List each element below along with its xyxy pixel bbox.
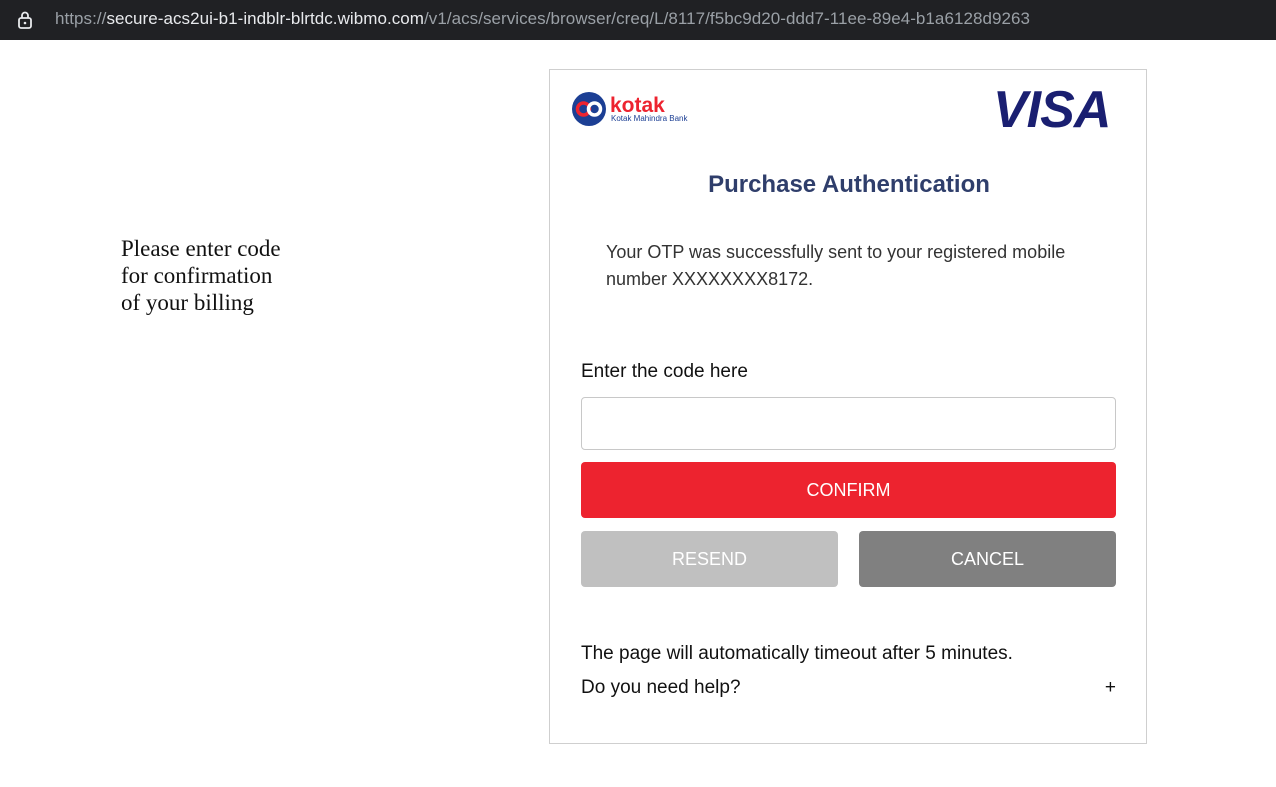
billing-instruction: Please enter code for confirmation of yo… [121,235,381,316]
billing-instruction-line1: Please enter code [121,236,281,261]
browser-address-bar[interactable]: https://secure-acs2ui-b1-indblr-blrtdc.w… [0,0,1276,40]
url-prefix: https:// [55,9,107,28]
help-text: Do you need help? [581,677,741,698]
otp-code-input[interactable] [581,397,1116,450]
code-label: Enter the code here [581,361,748,382]
otp-sent-message: Your OTP was successfully sent to your r… [606,242,1066,289]
bank-tagline: Kotak Mahindra Bank [611,114,688,123]
url-text[interactable]: https://secure-acs2ui-b1-indblr-blrtdc.w… [55,9,1030,29]
expand-plus-icon[interactable]: + [1105,677,1116,699]
kotak-logo: kotak Kotak Mahindra Bank [572,92,688,126]
url-path: /v1/acs/services/browser/creq/L/8117/f5b… [424,9,1030,28]
timeout-notice: The page will automatically timeout afte… [581,643,1013,664]
help-toggle[interactable]: Do you need help? + [581,677,1116,703]
cancel-button[interactable]: CANCEL [859,531,1116,587]
confirm-button[interactable]: CONFIRM [581,462,1116,518]
billing-instruction-line2: for confirmation [121,263,273,288]
page-title: Purchase Authentication [708,171,990,198]
visa-logo: VISA [993,81,1111,139]
url-host: secure-acs2ui-b1-indblr-blrtdc.wibmo.com [106,9,424,28]
lock-icon[interactable] [16,10,34,30]
authentication-panel: kotak Kotak Mahindra Bank VISA Purchase … [549,69,1147,744]
resend-button[interactable]: RESEND [581,531,838,587]
billing-instruction-line3: of your billing [121,290,254,315]
